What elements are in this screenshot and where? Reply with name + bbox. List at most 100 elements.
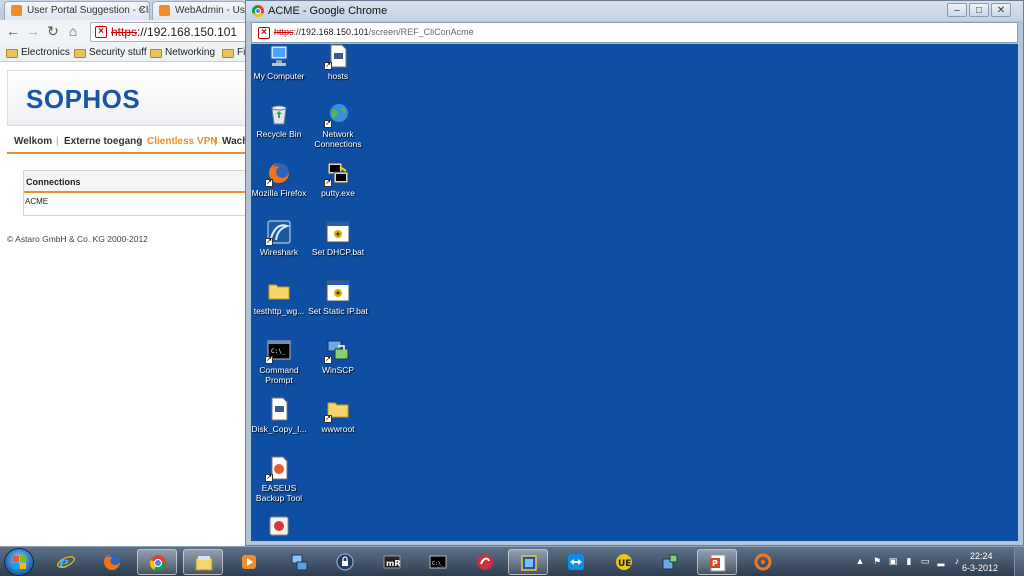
- desktop-icon-set-static-ip[interactable]: Set Static IP.bat: [308, 279, 368, 316]
- display-icon[interactable]: ▭: [920, 556, 930, 566]
- desktop-icon-label: Command Prompt: [259, 365, 299, 385]
- desktop-icon-putty[interactable]: ↗ putty.exe: [308, 161, 368, 198]
- chrome-icon: [149, 555, 167, 572]
- maximize-button[interactable]: □: [969, 3, 989, 17]
- taskbar-firefox[interactable]: [92, 549, 132, 575]
- folder-icon: [267, 279, 291, 303]
- desktop-icon-label: Set DHCP.bat: [311, 247, 365, 257]
- desktop-icon-recycle-bin[interactable]: Recycle Bin: [251, 102, 309, 139]
- connection-acme-link[interactable]: ACME: [24, 197, 48, 206]
- bookmark-electronics[interactable]: Electronics: [6, 45, 70, 61]
- shortcut-arrow-icon: ↗: [265, 179, 273, 187]
- clock-time[interactable]: 22:24: [970, 551, 993, 561]
- window-titlebar[interactable]: ACME - Google Chrome ‒ □ ✕: [246, 1, 1023, 21]
- bookmark-label: Security stuff: [89, 47, 147, 58]
- winscp-icon: ↗: [324, 338, 350, 364]
- nav-clientless-vpn[interactable]: Clientless VPN: [147, 136, 218, 147]
- nav-externe-toegang[interactable]: Externe toegang: [64, 136, 142, 147]
- battery-icon[interactable]: ▮: [904, 556, 914, 566]
- close-button[interactable]: ✕: [991, 3, 1011, 17]
- action-center-flag-icon[interactable]: ⚑: [872, 556, 882, 566]
- taskbar-ultraedit[interactable]: UE: [604, 549, 644, 575]
- desktop-icon-label: EASEUS Backup Tool: [255, 483, 303, 503]
- desktop-icon-easeus-backup[interactable]: ↗ EASEUS Backup Tool: [251, 456, 309, 503]
- device-icon[interactable]: ▣: [888, 556, 898, 566]
- media-player-icon: [242, 555, 256, 569]
- bookmark-fi[interactable]: Fi: [222, 45, 245, 61]
- desktop-icon-label: My Computer: [253, 71, 305, 81]
- show-desktop-button[interactable]: [1014, 547, 1024, 576]
- folder-icon: [222, 49, 234, 58]
- firefox-icon: ↗: [265, 161, 291, 187]
- forward-arrow-icon[interactable]: →: [25, 23, 41, 39]
- desktop-icon-winscp[interactable]: ↗ WinSCP: [308, 338, 368, 375]
- taskbar-lock-app[interactable]: [325, 549, 365, 575]
- taskbar-cmd[interactable]: C:\_: [418, 549, 458, 575]
- start-button[interactable]: [4, 548, 34, 576]
- network-signal-icon[interactable]: ▂: [936, 556, 946, 566]
- bookmark-security-stuff[interactable]: Security stuff: [74, 45, 147, 61]
- nav-welkom[interactable]: Welkom: [14, 136, 52, 147]
- taskbar-explorer[interactable]: [183, 549, 223, 575]
- address-bar[interactable]: × https://192.168.150.101/screen/REF_Cli…: [251, 22, 1018, 43]
- powerpoint-icon: P: [710, 554, 726, 572]
- windows-logo-icon: [13, 556, 26, 569]
- taskbar-chrome[interactable]: [137, 549, 177, 575]
- url-path: /screen/REF_CliConAcme: [368, 27, 474, 37]
- taskbar-vpn[interactable]: [650, 549, 690, 575]
- desktop-icon-wwwroot[interactable]: ↗ wwwroot: [308, 397, 368, 434]
- taskbar-virtualbox[interactable]: [508, 549, 548, 575]
- close-tab-icon[interactable]: ×: [139, 2, 145, 20]
- url-host: ://192.168.150.101: [293, 27, 369, 37]
- taskbar-media-player[interactable]: [229, 549, 269, 575]
- back-arrow-icon[interactable]: ←: [5, 23, 21, 39]
- wireshark-icon: ↗: [265, 220, 291, 246]
- reload-icon[interactable]: ↻: [45, 23, 61, 39]
- address-bar[interactable]: × https://192.168.150.101: [90, 22, 260, 42]
- window-title: ACME - Google Chrome: [268, 5, 388, 17]
- network-icon: ↗: [324, 102, 350, 128]
- tab-webadmin[interactable]: WebAdmin - User: [152, 1, 246, 20]
- volume-icon[interactable]: ♪: [952, 556, 962, 566]
- desktop-icon-label: wwwroot: [321, 424, 355, 434]
- clock-date[interactable]: 6-3-2012: [962, 563, 998, 573]
- file-icon: [267, 397, 291, 421]
- taskbar-orange-app[interactable]: [743, 549, 783, 575]
- desktop-icon-disk-copy[interactable]: Disk_Copy_I...: [251, 397, 309, 434]
- folder-icon: [6, 49, 18, 58]
- desktop-icon-testhttp[interactable]: testhttp_wg...: [251, 279, 309, 316]
- certificate-warning-icon[interactable]: ×: [258, 27, 270, 39]
- home-icon[interactable]: ⌂: [65, 23, 81, 39]
- desktop-icon-network-connections[interactable]: ↗ Network Connections: [308, 102, 368, 149]
- desktop-icon-label: Recycle Bin: [256, 129, 302, 139]
- desktop-icon-my-computer[interactable]: My Computer: [251, 44, 309, 81]
- taskbar-snagit[interactable]: [465, 549, 505, 575]
- desktop-icon-command-prompt[interactable]: C:\_ ↗ Command Prompt: [251, 338, 309, 385]
- nav-separator: |: [56, 136, 59, 147]
- sophos-favicon-icon: [159, 5, 170, 16]
- desktop-icon-set-dhcp[interactable]: Set DHCP.bat: [308, 220, 368, 257]
- desktop-icon-hosts[interactable]: ↗ hosts: [308, 44, 368, 81]
- remote-desktop-view[interactable]: My Computer Recycle Bin ↗ Mozilla Firefo…: [251, 44, 1018, 541]
- desktop-icon-mozilla-firefox[interactable]: ↗ Mozilla Firefox: [251, 161, 309, 198]
- bookmark-label: Electronics: [21, 47, 70, 58]
- snagit-icon: [477, 554, 493, 570]
- desktop-icon-partial[interactable]: [251, 514, 309, 538]
- svg-text:C:\_: C:\_: [432, 561, 445, 567]
- bookmark-label: Networking: [165, 47, 216, 58]
- copyright-footer: © Astaro GmbH & Co. KG 2000-2012: [7, 234, 148, 244]
- taskbar-ie[interactable]: e: [46, 549, 86, 575]
- desktop-icon-wireshark[interactable]: ↗ Wireshark: [251, 220, 309, 257]
- minimize-button[interactable]: ‒: [947, 3, 967, 17]
- folder-icon: [74, 49, 86, 58]
- taskbar-powerpoint[interactable]: P: [697, 549, 737, 575]
- acme-chrome-window[interactable]: ACME - Google Chrome ‒ □ ✕ × https://192…: [245, 0, 1024, 546]
- taskbar-teamviewer[interactable]: [556, 549, 596, 575]
- certificate-warning-icon[interactable]: ×: [95, 26, 107, 38]
- connections-table: Connections ACME: [23, 170, 283, 216]
- taskbar-network-tool[interactable]: [279, 549, 319, 575]
- taskbar-mremote[interactable]: mR: [372, 549, 412, 575]
- bookmark-networking[interactable]: Networking: [150, 45, 215, 61]
- show-hidden-icons-icon[interactable]: ▲: [855, 556, 865, 566]
- tab-user-portal[interactable]: User Portal Suggestion - Cli ×: [4, 1, 150, 20]
